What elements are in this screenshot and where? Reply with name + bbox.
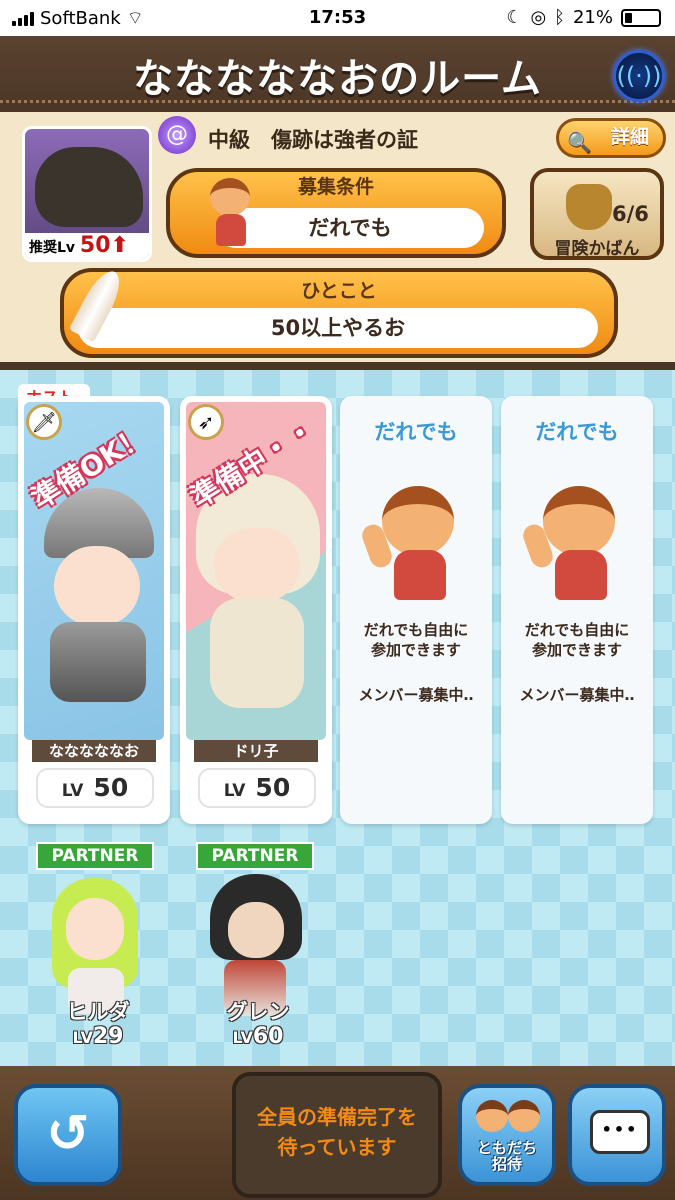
partner-tag: PARTNER [196, 842, 314, 870]
partner-level: LV60 [232, 1024, 284, 1049]
partner-character[interactable] [50, 874, 140, 1014]
partner-tag: PARTNER [36, 842, 154, 870]
slot-description: だれでも自由に 参加できます [524, 621, 630, 659]
face-image [214, 528, 300, 602]
kid-icon [359, 486, 466, 604]
message-header: ひとこと [301, 280, 377, 302]
quest-name: 中級 傷跡は強者の証 [208, 128, 418, 152]
member-portrait: 準備OK！ [24, 402, 164, 740]
face-image [66, 898, 124, 960]
detail-label: 詳細 [610, 126, 649, 148]
message-value: 50以上やるお [78, 308, 598, 348]
member-portrait: 準備中・・ [186, 402, 326, 740]
room-title: なななななおのルーム [133, 56, 542, 102]
connection-button[interactable]: ((·)) [613, 50, 665, 102]
face-image [228, 902, 284, 958]
member-card[interactable]: 準備中・・ ➶ ドリ子 LV 50 [180, 396, 332, 824]
slot-description: だれでも自由に 参加できます [363, 621, 469, 659]
detail-button[interactable]: 🔍 詳細 [556, 118, 666, 158]
back-button[interactable]: ↺ [14, 1084, 122, 1186]
battery-icon [621, 8, 661, 27]
status-bar: SoftBank ⌔ 17:53 ☾ ◎ ᛒ 21% [0, 0, 675, 36]
friend-icon [508, 1100, 540, 1132]
member-card[interactable]: 準備OK！ 🗡 なななななお LV 50 [18, 396, 170, 824]
slot-header: だれでも [374, 420, 458, 444]
partner-level: LV29 [72, 1024, 124, 1049]
bag-icon [566, 184, 612, 230]
bluetooth-icon: ᛒ [554, 7, 565, 28]
face-image [54, 546, 140, 626]
partner-name: ヒルダ [66, 1000, 130, 1024]
arrow-up-icon: ⬆ [110, 233, 129, 258]
bag-count: 6/6 [612, 202, 649, 226]
bow-icon: ➶ [188, 404, 224, 440]
lock-icon: ◎ [530, 7, 547, 28]
member-level: LV 50 [36, 768, 154, 808]
slot-header: だれでも [535, 420, 619, 444]
magnifier-icon: 🔍 [567, 130, 592, 154]
bag-label: 冒険かばん [554, 239, 640, 259]
member-level: LV 50 [198, 768, 316, 808]
partner-name: グレン [226, 1000, 290, 1024]
sword-shield-icon: 🗡 [26, 404, 62, 440]
kid-icon [520, 486, 627, 604]
slot-recruiting: メンバー募集中‥ [358, 686, 474, 704]
cat-body-image [210, 598, 304, 708]
member-name: なななななお [32, 740, 156, 762]
wifi-icon: ((·)) [616, 62, 662, 90]
back-arrow-icon: ↺ [46, 1104, 90, 1164]
open-slot-card[interactable]: だれでも だれでも自由に 参加できます メンバー募集中‥ [340, 396, 492, 824]
armor-image [50, 622, 146, 702]
battery-percent: 21% [572, 7, 613, 28]
chat-button[interactable]: ••• [568, 1084, 666, 1186]
quest-thumbnail[interactable]: 推奨Lv 50⬆ [22, 126, 152, 262]
recommended-level: 推奨Lv 50⬆ [25, 233, 149, 259]
kid-icon [200, 178, 258, 250]
slot-recruiting: メンバー募集中‥ [519, 686, 635, 704]
dragon-image [35, 147, 143, 227]
member-name: ドリ子 [194, 740, 318, 762]
status-right: ☾ ◎ ᛒ 21% [506, 7, 661, 28]
open-slot-card[interactable]: だれでも だれでも自由に 参加できます メンバー募集中‥ [501, 396, 653, 824]
moon-icon: ☾ [506, 7, 523, 28]
difficulty-swirl-icon: @ [158, 116, 196, 154]
friend-icon [476, 1100, 508, 1132]
waiting-status: 全員の準備完了を 待っています [232, 1072, 442, 1198]
panel-divider [0, 362, 675, 370]
partner-character[interactable] [210, 874, 302, 1016]
recommended-label: 推奨Lv [29, 240, 76, 256]
chat-bubble-icon: ••• [590, 1110, 650, 1154]
recommended-value: 50 [79, 233, 111, 258]
invite-label: ともだち 招待 [476, 1139, 537, 1173]
